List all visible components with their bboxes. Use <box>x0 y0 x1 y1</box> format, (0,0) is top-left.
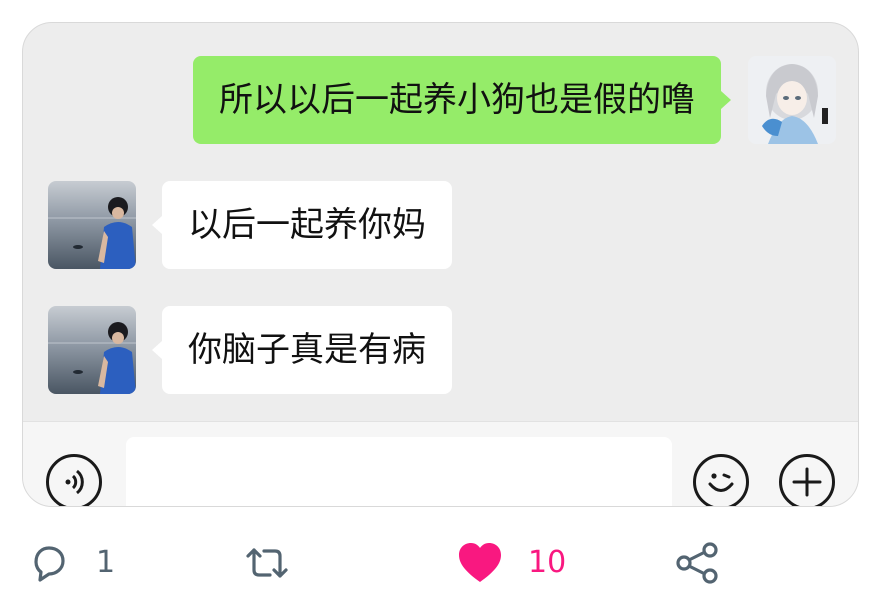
avatar-other[interactable] <box>48 306 136 394</box>
bubble-tail <box>152 216 162 234</box>
message-row-self: 所以以后一起养小狗也是假的噜 <box>23 23 858 153</box>
emoji-icon <box>708 473 734 492</box>
reply-icon <box>34 546 65 582</box>
bubble-tail <box>721 91 731 109</box>
avatar-self[interactable] <box>748 56 836 144</box>
chat-input-bar <box>23 421 858 506</box>
reply-action[interactable]: 1 <box>26 540 126 586</box>
like-count: 10 <box>528 545 567 580</box>
chat-screenshot: 所以以后一起养小狗也是假的噜 以后一起养你妈 你脑子真是有病 <box>22 22 859 507</box>
message-text: 以后一起养你妈 <box>188 205 426 245</box>
voice-button[interactable] <box>46 454 102 506</box>
avatar-other[interactable] <box>48 181 136 269</box>
message-text: 所以以后一起养小狗也是假的噜 <box>219 80 695 120</box>
voice-icon <box>65 469 84 495</box>
retweet-action[interactable] <box>240 540 310 586</box>
bubble-tail <box>152 341 162 359</box>
share-action[interactable] <box>674 540 724 586</box>
plus-icon <box>792 467 822 497</box>
retweet-icon <box>246 548 288 578</box>
like-action[interactable]: 10 <box>456 540 586 586</box>
message-bubble-other: 以后一起养你妈 <box>162 181 452 269</box>
reply-count: 1 <box>96 545 116 580</box>
message-bubble-other: 你脑子真是有病 <box>162 306 452 394</box>
message-row-other: 你脑子真是有病 <box>23 278 858 403</box>
emoji-button[interactable] <box>693 454 749 506</box>
share-icon <box>676 542 718 584</box>
message-text: 你脑子真是有病 <box>188 330 426 370</box>
message-bubble-self: 所以以后一起养小狗也是假的噜 <box>193 56 721 144</box>
more-button[interactable] <box>779 454 835 506</box>
message-row-other: 以后一起养你妈 <box>23 153 858 278</box>
message-input[interactable] <box>126 437 672 506</box>
heart-icon <box>459 543 501 582</box>
